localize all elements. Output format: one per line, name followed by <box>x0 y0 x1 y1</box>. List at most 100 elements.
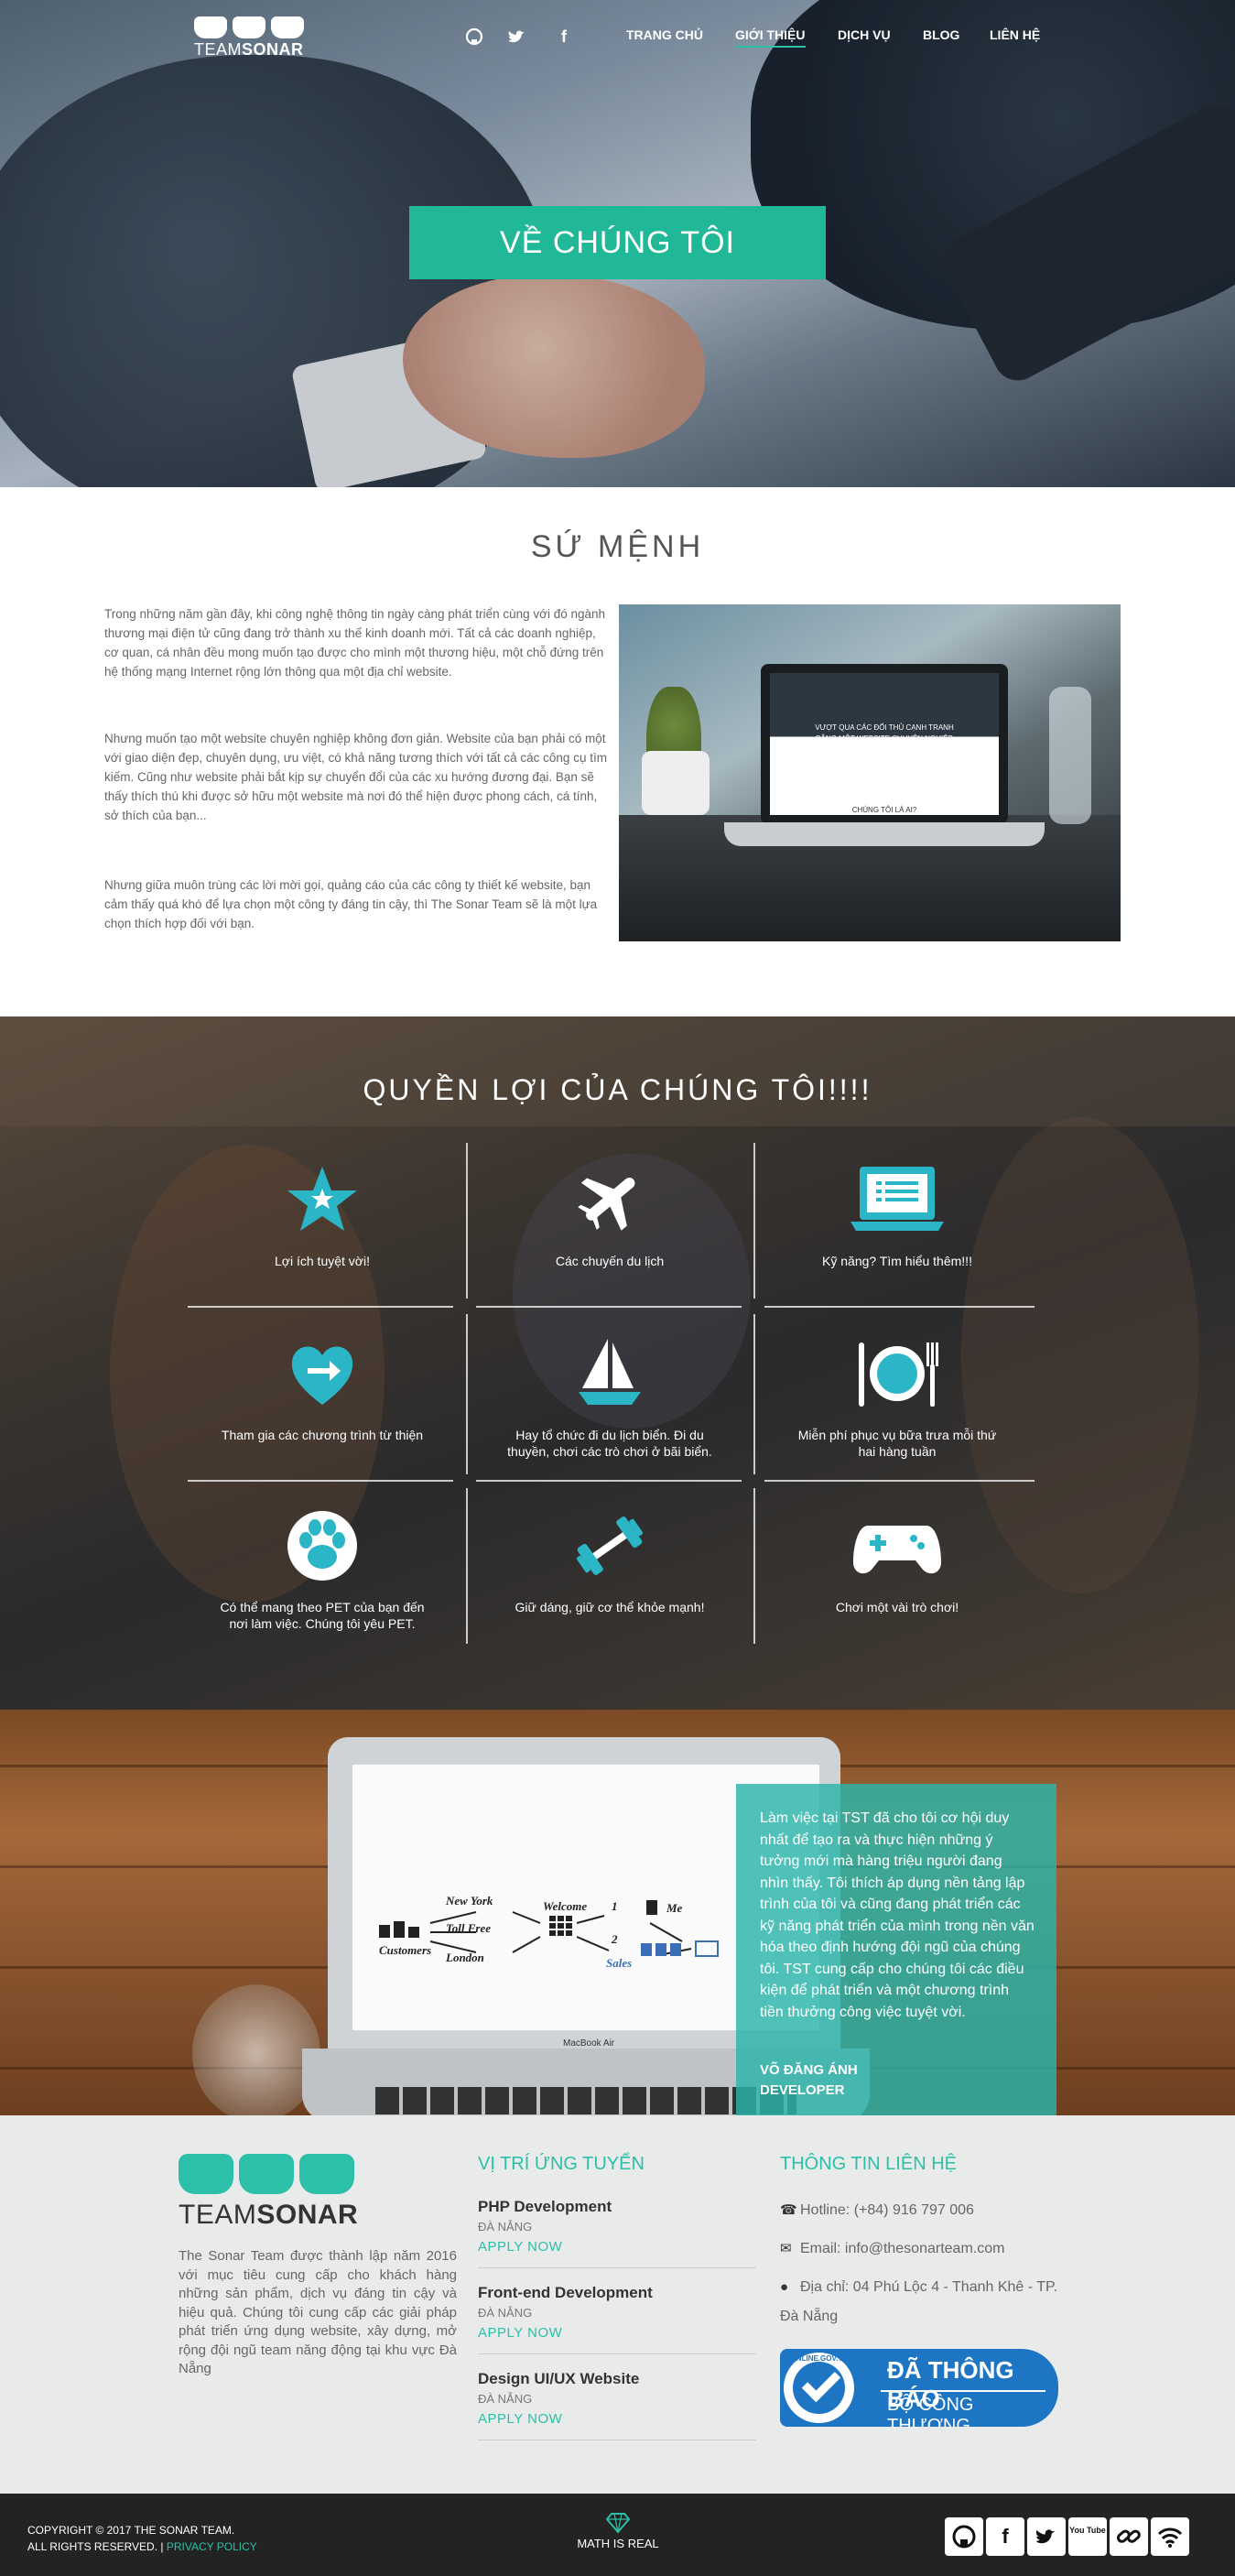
plate-cutlery-icon <box>851 1337 943 1410</box>
author-name: VÕ ĐĂNG ÁNH <box>760 2062 858 2078</box>
testimonial-quote: Làm việc tại TST đã cho tôi cơ hội duy n… <box>760 1810 1035 2020</box>
apply-now-link[interactable]: APPLY NOW <box>478 2411 756 2427</box>
job-item: Front-end Development ĐÀ NẴNG APPLY NOW <box>478 2284 756 2354</box>
footer-logo[interactable]: TEAMSONAR <box>179 2154 358 2231</box>
benefit-item: Các chuyến du lịch <box>467 1163 753 1269</box>
youtube-icon[interactable]: You Tube <box>1068 2517 1107 2556</box>
benefit-item: Tham gia các chương trình từ thiện <box>179 1337 465 1443</box>
twitter-icon[interactable] <box>505 27 529 48</box>
job-city: ĐÀ NẴNG <box>478 2392 533 2406</box>
diagram-label: Me <box>666 1901 683 1915</box>
nav-link-contact[interactable]: LIÊN HỆ <box>990 27 1040 42</box>
nav-link-services[interactable]: DỊCH VỤ <box>838 27 891 42</box>
paw-icon <box>286 1509 359 1582</box>
job-city: ĐÀ NẴNG <box>478 2306 533 2320</box>
benefit-label: Chơi một vài trò chơi! <box>835 1600 959 1614</box>
star-icon <box>286 1163 359 1236</box>
laptop-icon <box>847 1163 948 1236</box>
benefit-label: Các chuyến du lịch <box>555 1254 665 1268</box>
grid-divider <box>476 1480 742 1482</box>
map-pin-icon: ● <box>780 2279 789 2295</box>
mission-paragraph-1: Trong những năm gần đây, khi công nghệ t… <box>104 607 606 679</box>
mission-paragraph-2: Nhưng muốn tạo một website chuyên nghiệp… <box>104 732 607 822</box>
facebook-icon[interactable]: f <box>552 27 576 48</box>
about-us-button[interactable]: VỀ CHÚNG TÔI <box>409 206 826 279</box>
address-row: ● Địa chỉ: 04 Phú Lộc 4 - Thanh Khê - TP.… <box>780 2273 1058 2331</box>
github-icon[interactable] <box>945 2517 983 2556</box>
benefit-item: Giữ dáng, giữ cơ thể khỏe mạnh! <box>467 1509 753 1615</box>
link-icon[interactable] <box>1110 2517 1148 2556</box>
benefit-label: Tham gia các chương trình từ thiện <box>221 1428 424 1442</box>
twitter-icon[interactable] <box>1027 2517 1066 2556</box>
screen-title: VƯỢT QUA CÁC ĐỐI THỦ CẠNH TRANH <box>815 723 954 732</box>
benefit-label: Lợi ích tuyệt vời! <box>275 1254 370 1268</box>
contact-title: THÔNG TIN LIÊN HỆ <box>780 2154 957 2174</box>
apply-now-link[interactable]: APPLY NOW <box>478 2239 756 2255</box>
benefit-item: Miễn phí phục vụ bữa trưa mỗi thứ hai hà… <box>754 1337 1040 1460</box>
whiteboard-diagram: Customers New York Toll Free London Welc… <box>375 1886 723 1987</box>
grid-divider <box>476 1306 742 1308</box>
benefit-item: Lợi ích tuyệt vời! <box>179 1163 465 1269</box>
diagram-label: New York <box>446 1894 493 1908</box>
airplane-icon <box>573 1163 646 1236</box>
nav-link-home[interactable]: TRANG CHỦ <box>626 27 703 42</box>
benefit-item: Hay tổ chức đi du lịch biển. Đi du thuyề… <box>467 1337 753 1460</box>
mission-laptop-image: VƯỢT QUA CÁC ĐỐI THỦ CẠNH TRANH BẰNG MỘT… <box>619 604 1121 941</box>
diagram-label: Toll Free <box>446 1921 491 1935</box>
rights-text: ALL RIGHTS RESERVED. | <box>27 2540 164 2553</box>
address-text: Địa chỉ: 04 Phú Lộc 4 - Thanh Khê - TP. … <box>780 2279 1058 2324</box>
job-title[interactable]: PHP Development <box>478 2198 756 2216</box>
sailboat-icon <box>573 1337 646 1410</box>
job-item: Design UI/UX Website ĐÀ NẴNG APPLY NOW <box>478 2370 756 2440</box>
apply-now-link[interactable]: APPLY NOW <box>478 2325 756 2341</box>
badge-line2: BỘ CÔNG THƯƠNG <box>887 2395 974 2427</box>
mission-title: SỨ MỆNH <box>530 529 705 564</box>
diagram-label: Welcome <box>543 1899 588 1913</box>
grid-divider <box>764 1306 1035 1308</box>
wifi-icon[interactable] <box>1151 2517 1189 2556</box>
hotline-row: ☎ Hotline: (+84) 916 797 006 <box>780 2196 974 2225</box>
badge-site: ONLINE.GOV.VN <box>790 2354 849 2363</box>
benefit-label: Giữ dáng, giữ cơ thể khỏe mạnh! <box>515 1600 705 1614</box>
job-title[interactable]: Design UI/UX Website <box>478 2370 756 2388</box>
copyright: COPYRIGHT © 2017 THE SONAR TEAM. ALL RIG… <box>27 2522 257 2555</box>
nav-link-blog[interactable]: BLOG <box>923 27 959 42</box>
benefit-item: Có thể mang theo PET của bạn đến nơi làm… <box>179 1509 465 1632</box>
diagram-label: London <box>446 1951 484 1964</box>
facebook-icon[interactable]: f <box>986 2517 1024 2556</box>
gamepad-icon <box>851 1509 943 1582</box>
diagram-label: 2 <box>612 1932 618 1946</box>
job-item: PHP Development ĐÀ NẴNG APPLY NOW <box>478 2198 756 2268</box>
site-logo[interactable]: TEAMSONAR <box>194 16 304 60</box>
job-city: ĐÀ NẴNG <box>478 2220 533 2234</box>
grid-divider <box>188 1306 453 1308</box>
diamond-icon <box>605 2513 631 2534</box>
github-icon[interactable] <box>462 27 486 48</box>
motto: MATH IS REAL <box>549 2512 687 2550</box>
laptop-brand: MacBook Air <box>563 2038 615 2049</box>
diagram-label: 1 <box>612 1899 618 1913</box>
screen-link: CHÚNG TÔI LÀ AI? <box>851 806 917 814</box>
screen-subtitle: BẰNG MỘT WEBSITE CHUYÊN NGHIỆP <box>816 734 953 743</box>
benefit-label: Kỹ năng? Tìm hiểu thêm!!! <box>822 1254 972 1268</box>
diagram-label: Customers <box>379 1943 432 1957</box>
benefit-item: Chơi một vài trò chơi! <box>754 1509 1040 1615</box>
jobs-title: VỊ TRÍ ỨNG TUYỂN <box>478 2154 645 2174</box>
benefit-label: Hay tổ chức đi du lịch biển. Đi du thuyề… <box>507 1428 712 1459</box>
heart-arrow-icon <box>286 1337 359 1410</box>
author-role: DEVELOPER <box>760 2082 845 2098</box>
benefit-label: Có thể mang theo PET của bạn đến nơi làm… <box>220 1600 425 1631</box>
dumbbell-icon <box>573 1509 646 1582</box>
email-row: ✉ Email: info@thesonarteam.com <box>780 2234 1004 2264</box>
copyright-text: COPYRIGHT © 2017 THE SONAR TEAM. <box>27 2524 235 2537</box>
nav-link-about[interactable]: GIỚI THIỆU <box>735 27 806 48</box>
email-text[interactable]: Email: info@thesonarteam.com <box>800 2241 1004 2256</box>
job-title[interactable]: Front-end Development <box>478 2284 756 2302</box>
testimonial-author: VÕ ĐĂNG ÁNH DEVELOPER <box>760 2060 858 2101</box>
hotline-text: Hotline: (+84) 916 797 006 <box>800 2202 974 2218</box>
ministry-notice-badge[interactable]: ONLINE.GOV.VN ĐÃ THÔNG BÁO BỘ CÔNG THƯƠN… <box>780 2349 1058 2427</box>
privacy-policy-link[interactable]: PRIVACY POLICY <box>167 2540 257 2553</box>
benefit-item: Kỹ năng? Tìm hiểu thêm!!! <box>754 1163 1040 1269</box>
benefits-title: QUYỀN LỢI CỦA CHÚNG TÔI!!!! <box>363 1073 872 1106</box>
benefit-label: Miễn phí phục vụ bữa trưa mỗi thứ hai hà… <box>797 1428 997 1459</box>
